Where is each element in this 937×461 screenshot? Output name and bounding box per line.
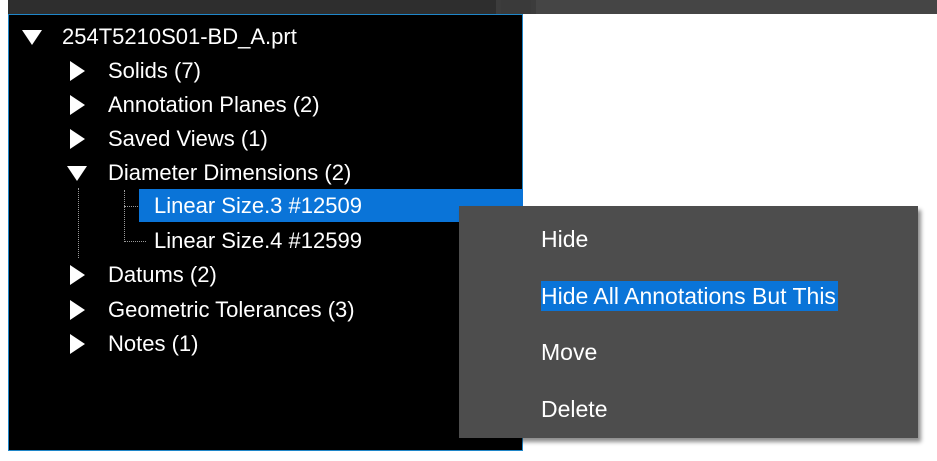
triangle-right-icon[interactable] bbox=[70, 300, 85, 320]
tree-item-datums[interactable]: Datums (2) bbox=[0, 260, 460, 290]
menu-item-label: Hide All Annotations But This bbox=[541, 281, 838, 311]
tree-item-annotation-planes[interactable]: Annotation Planes (2) bbox=[0, 90, 523, 120]
context-menu: Hide Hide All Annotations But This Move … bbox=[459, 206, 918, 438]
tree-item-label: Annotation Planes (2) bbox=[108, 92, 320, 117]
triangle-right-icon[interactable] bbox=[70, 265, 85, 285]
tree-item-notes[interactable]: Notes (1) bbox=[0, 329, 460, 359]
tree-child-linear-size-3[interactable]: Linear Size.3 #12509 bbox=[0, 191, 523, 221]
triangle-right-icon[interactable] bbox=[70, 95, 85, 115]
tree-child-linear-size-4[interactable]: Linear Size.4 #12599 bbox=[0, 226, 523, 256]
tree-item-label: Linear Size.4 #12599 bbox=[154, 228, 362, 253]
menu-item-move[interactable]: Move bbox=[459, 327, 918, 377]
triangle-right-icon[interactable] bbox=[70, 334, 85, 354]
menu-item-hide[interactable]: Hide bbox=[459, 214, 918, 264]
toolbar-segment-left bbox=[8, 0, 496, 14]
tree-item-label: Diameter Dimensions (2) bbox=[108, 160, 352, 185]
toolbar-segment-mid bbox=[501, 0, 531, 14]
tree-item-geometric-tolerances[interactable]: Geometric Tolerances (3) bbox=[0, 295, 460, 325]
menu-item-label: Delete bbox=[541, 396, 608, 422]
tree-item-label: Saved Views (1) bbox=[108, 126, 268, 151]
tree-item-label: Solids (7) bbox=[108, 58, 201, 83]
triangle-down-icon[interactable] bbox=[67, 166, 87, 181]
tree-root-row[interactable]: 254T5210S01-BD_A.prt bbox=[0, 22, 523, 52]
tree-item-diameter-dimensions[interactable]: Diameter Dimensions (2) bbox=[0, 158, 523, 188]
triangle-down-icon[interactable] bbox=[22, 30, 42, 45]
menu-item-label: Hide bbox=[541, 226, 589, 252]
top-toolbar-strip bbox=[8, 0, 937, 14]
tree-item-label: Linear Size.3 #12509 bbox=[154, 193, 362, 218]
tree-root-label: 254T5210S01-BD_A.prt bbox=[62, 24, 297, 49]
tree-item-label: Notes (1) bbox=[108, 331, 199, 356]
menu-item-label: Move bbox=[541, 339, 598, 365]
triangle-right-icon[interactable] bbox=[70, 129, 85, 149]
toolbar-segment-right bbox=[536, 0, 937, 14]
app-window: 254T5210S01-BD_A.prt Solids (7) Annotati… bbox=[0, 0, 937, 461]
window-bottom-edge bbox=[0, 451, 937, 461]
tree-item-solids[interactable]: Solids (7) bbox=[0, 56, 523, 86]
tree-item-saved-views[interactable]: Saved Views (1) bbox=[0, 124, 523, 154]
triangle-right-icon[interactable] bbox=[70, 61, 85, 81]
menu-item-delete[interactable]: Delete bbox=[459, 384, 918, 434]
menu-item-hide-all-annotations-but-this[interactable]: Hide All Annotations But This bbox=[459, 271, 918, 321]
tree-item-label: Geometric Tolerances (3) bbox=[108, 297, 355, 322]
tree-item-label: Datums (2) bbox=[108, 262, 217, 287]
